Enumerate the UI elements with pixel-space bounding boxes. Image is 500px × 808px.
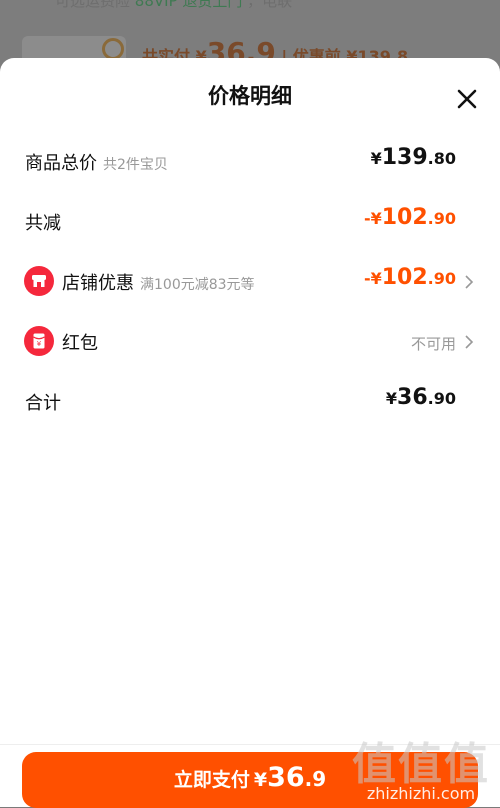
currency-symbol: -¥ — [363, 269, 382, 288]
row-label: 店铺优惠 满100元减83元等 — [62, 269, 255, 295]
row-red-packet[interactable]: ¥ 红包 不可用 — [0, 321, 500, 361]
goods-count-text: 共2件宝贝 — [103, 157, 168, 173]
currency-symbol: ¥ — [253, 769, 268, 791]
price-detail-sheet: 价格明细 商品总价 共2件宝贝 ¥139.80 共减 -¥102.90 店铺优惠… — [0, 58, 500, 807]
amount-decimal: .80 — [427, 149, 456, 168]
shop-discount-rule: 满100元减83元等 — [140, 277, 255, 293]
red-packet-label: 红包 — [62, 333, 98, 354]
red-packet-icon: ¥ — [24, 326, 54, 356]
amount-integer: 139 — [381, 145, 428, 170]
sum-label: 合计 — [25, 393, 61, 414]
chevron-right-icon — [465, 275, 474, 289]
svg-text:¥: ¥ — [37, 340, 42, 348]
sheet-title: 价格明细 — [208, 84, 292, 108]
red-packet-status: 不可用 — [410, 335, 456, 353]
watermark-url: zhizhizhi.com — [366, 784, 476, 803]
background-text: 可选运费险 — [55, 0, 131, 10]
magnifier-icon — [102, 38, 124, 60]
background-shipping-line: 可选运费险 88VIP 退货上门 ，电联 — [55, 0, 292, 11]
sum-amount: ¥36.90 — [386, 385, 456, 410]
amount-decimal: .90 — [427, 269, 456, 288]
shop-discount-amount: -¥102.90 — [364, 265, 456, 290]
close-icon — [457, 89, 477, 109]
chevron-right-icon — [465, 335, 474, 349]
background-text-suffix: ，电联 — [247, 0, 293, 10]
currency-symbol: -¥ — [363, 209, 382, 228]
row-shop-discount[interactable]: 店铺优惠 满100元减83元等 -¥102.90 — [0, 261, 500, 301]
watermark-logo: 值值值 — [352, 739, 490, 790]
row-label: 商品总价 共2件宝贝 — [25, 149, 168, 175]
amount-decimal: .90 — [427, 389, 456, 408]
goods-total-amount: ¥139.80 — [371, 145, 456, 170]
close-button[interactable] — [456, 88, 478, 110]
goods-total-label: 商品总价 — [25, 153, 97, 174]
currency-symbol: ¥ — [385, 389, 398, 408]
total-discount-label: 共减 — [25, 213, 61, 234]
amount-decimal: .90 — [427, 209, 456, 228]
row-sum: 合计 ¥36.90 — [0, 381, 500, 421]
watermark: 值值值 zhizhizhi.com — [352, 728, 490, 803]
amount-integer: 102 — [381, 265, 428, 290]
amount-integer: 102 — [381, 205, 428, 230]
row-goods-total: 商品总价 共2件宝贝 ¥139.80 — [0, 141, 500, 181]
background-green-text: 88VIP 退货上门 — [134, 0, 243, 10]
row-total-discount: 共减 -¥102.90 — [0, 201, 500, 241]
amount-integer: 36 — [267, 762, 305, 793]
total-discount-amount: -¥102.90 — [364, 205, 456, 230]
pay-button-label: 立即支付 — [173, 769, 250, 791]
currency-symbol: ¥ — [370, 149, 382, 168]
shop-discount-label: 店铺优惠 — [62, 273, 134, 294]
shop-icon — [24, 266, 54, 296]
amount-integer: 36 — [397, 385, 428, 410]
amount-decimal: .9 — [304, 767, 327, 791]
